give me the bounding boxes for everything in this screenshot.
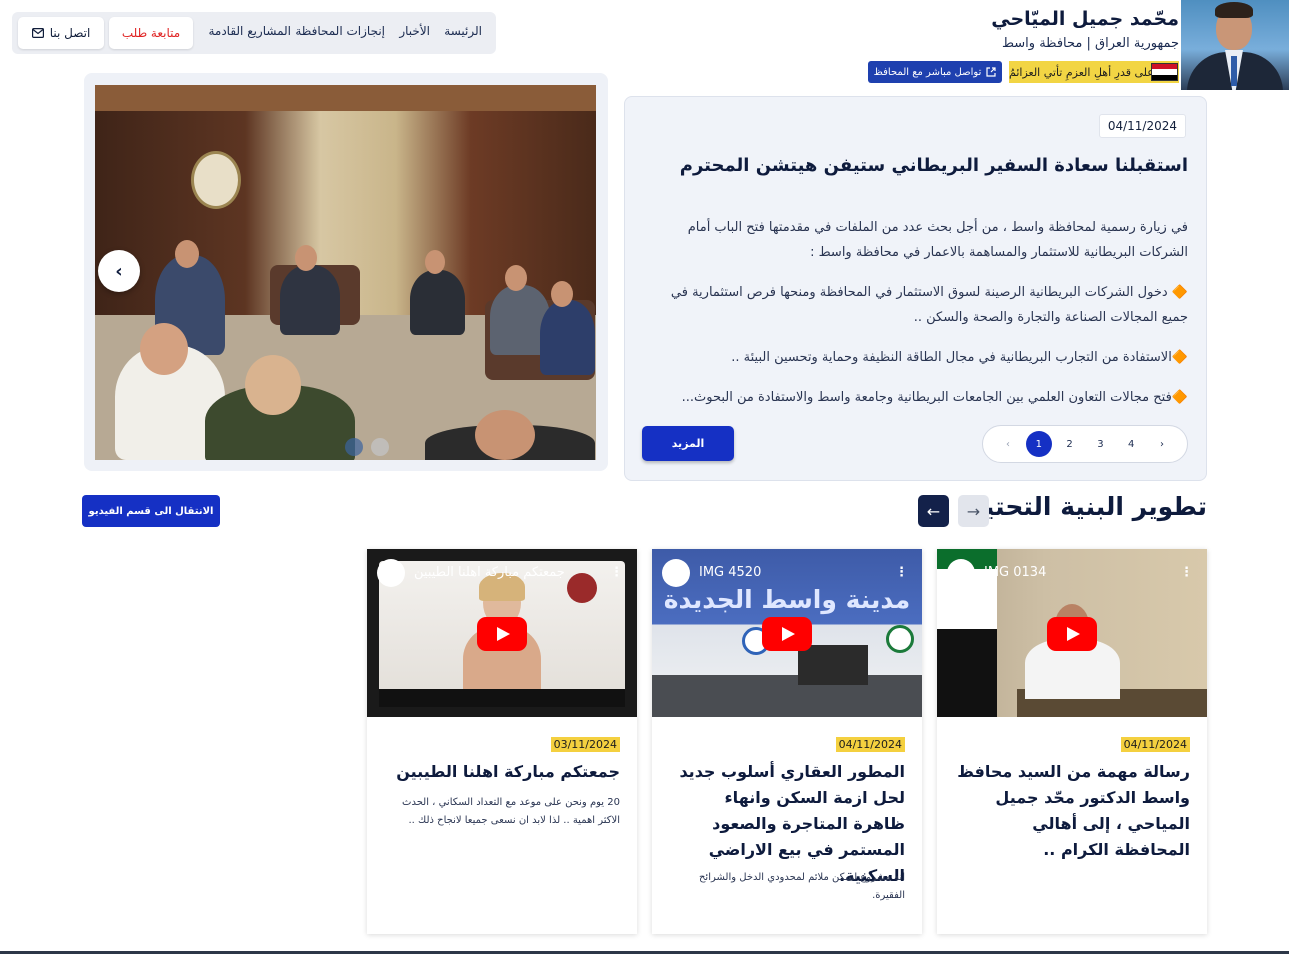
youtube-play-icon[interactable] (762, 617, 812, 651)
track-request-button[interactable]: متابعة طلب (109, 17, 193, 49)
external-link-icon (986, 67, 996, 77)
channel-avatar (662, 559, 690, 587)
nav-link-achievements[interactable]: إنجازات المحافظة (295, 24, 385, 38)
card-description: انه مشروع لسكن ملائم لمحدودي الدخل والشر… (698, 872, 905, 901)
video-card: جمعتكم مباركة اهلنا الطيبين ⋮ 03/11/2024… (367, 549, 637, 934)
channel-avatar (947, 559, 975, 587)
video-title: IMG 0134 (984, 565, 1047, 580)
diamond-bullet-icon: 🔶 (1171, 285, 1188, 300)
video-card: مدينة واسط الجديدة IMG 4520 ⋮ 04/11/2024… (652, 549, 922, 934)
slider-dots (345, 438, 389, 456)
mail-icon (31, 28, 44, 38)
video-thumbnail[interactable]: مدينة واسط الجديدة IMG 4520 ⋮ (652, 549, 922, 717)
go-to-video-section-button[interactable]: الانتقال الى قسم الفيديو (82, 495, 220, 527)
news-bullet-item: 🔶فتح مجالات التعاون العلمي بين الجامعات … (648, 385, 1188, 410)
card-date: 04/11/2024 (835, 737, 905, 752)
iraq-flag-icon (1151, 63, 1178, 81)
pagination-next-button[interactable]: ‹ (1149, 431, 1175, 457)
contact-us-label: اتصل بنا (49, 26, 91, 40)
nav-link-projects[interactable]: المشاريع القادمة (208, 24, 291, 38)
more-button[interactable]: المزيد (642, 426, 734, 461)
governor-profile: محّمد جميل الميّاحي جمهورية العراق | محا… (859, 0, 1289, 90)
pagination-prev-button[interactable]: › (995, 431, 1021, 457)
contact-governor-label: تواصل مباشر مع المحافظ (873, 66, 982, 78)
page-2-button[interactable]: 2 (1057, 431, 1083, 457)
video-title: جمعتكم مباركة اهلنا الطيبين (414, 565, 565, 580)
more-options-icon[interactable]: ⋮ (895, 565, 908, 580)
governor-region: جمهورية العراق | محافظة واسط (1001, 36, 1179, 51)
section-title: تطوير البنية التحتية (969, 492, 1207, 521)
channel-avatar (377, 559, 405, 587)
contact-us-button[interactable]: اتصل بنا (18, 17, 104, 49)
youtube-play-icon[interactable] (477, 617, 527, 651)
slider-dot-2[interactable] (345, 438, 363, 456)
news-bullet-text: فتح مجالات التعاون العلمي بين الجامعات ا… (681, 390, 1172, 405)
news-date: 04/11/2024 (1098, 114, 1186, 138)
video-thumbnail[interactable]: جمعتكم مباركة اهلنا الطيبين ⋮ (367, 549, 637, 717)
contact-governor-button[interactable]: تواصل مباشر مع المحافظ (868, 61, 1002, 83)
nav-link-home[interactable]: الرئيسة (444, 24, 482, 38)
card-description: 20 يوم ونحن على موعد مع التعداد السكاني … (402, 797, 620, 826)
card-title[interactable]: جمعتكم مباركة اهلنا الطيبين (384, 759, 620, 785)
more-options-icon[interactable]: ⋮ (1180, 565, 1193, 580)
slider-next-button[interactable]: › (98, 250, 140, 292)
diamond-bullet-icon: 🔶 (1171, 390, 1188, 405)
card-date: 03/11/2024 (550, 737, 620, 752)
carousel-next-button[interactable]: ← (918, 495, 949, 527)
news-bullet-item: 🔶 دخول الشركات البريطانية الرصينة لسوق ا… (648, 280, 1188, 330)
news-paragraph: في زيارة رسمية لمحافظة واسط ، من أجل بحث… (687, 220, 1188, 260)
news-title: استقبلنا سعادة السفير البريطاني ستيفن هي… (679, 155, 1188, 176)
nav-link-news[interactable]: الأخبار (399, 24, 430, 38)
page-1-button[interactable]: 1 (1025, 431, 1052, 457)
card-title[interactable]: رسالة مهمة من السيد محافظ واسط الدكتور م… (954, 759, 1190, 863)
news-slide-photo (95, 85, 596, 460)
carousel-prev-button[interactable]: → (958, 495, 989, 527)
youtube-play-icon[interactable] (1047, 617, 1097, 651)
slider-dot-1[interactable] (371, 438, 389, 456)
page-4-button[interactable]: 4 (1118, 431, 1144, 457)
video-title: IMG 4520 (699, 565, 762, 580)
news-bullet-item: 🔶الاستفادة من التجارب البريطانية في مجال… (648, 345, 1188, 370)
news-body: في زيارة رسمية لمحافظة واسط ، من أجل بحث… (648, 215, 1188, 425)
card-date: 04/11/2024 (1120, 737, 1190, 752)
diamond-bullet-icon: 🔶 (1171, 350, 1188, 365)
news-pagination: › 1 2 3 4 ‹ (982, 425, 1188, 463)
video-thumbnail[interactable]: IMG 0134 ⋮ (937, 549, 1207, 717)
video-card: IMG 0134 ⋮ 04/11/2024 رسالة مهمة من السي… (937, 549, 1207, 934)
slogan-banner: على قدرِ أهلِ العزمِ تأتي العزائمُ (1009, 61, 1179, 83)
more-options-icon[interactable]: ⋮ (610, 565, 623, 580)
news-bullet-text: الاستفادة من التجارب البريطانية في مجال … (731, 350, 1172, 365)
news-bullet-text: دخول الشركات البريطانية الرصينة لسوق الا… (670, 285, 1188, 325)
featured-news-card: 04/11/2024 استقبلنا سعادة السفير البريطا… (624, 96, 1207, 481)
slogan-text: على قدرِ أهلِ العزمِ تأتي العزائمُ (1009, 65, 1154, 79)
main-navbar: الرئيسة الأخبار إنجازات المحافظة المشاري… (12, 12, 496, 54)
province-emblem (191, 151, 241, 209)
governor-name: محّمد جميل الميّاحي (991, 8, 1179, 30)
governor-photo (1181, 0, 1289, 90)
page-3-button[interactable]: 3 (1087, 431, 1113, 457)
news-image-slider: › (84, 73, 608, 471)
